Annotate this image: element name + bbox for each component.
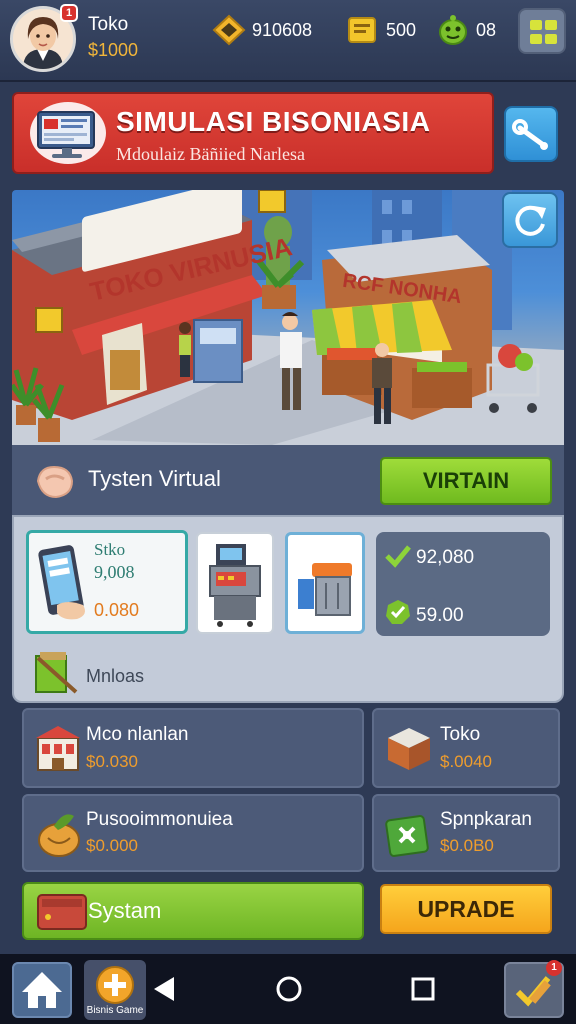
diamond-coin-icon xyxy=(212,14,246,46)
resource-mascot[interactable]: 08 xyxy=(436,14,496,46)
wallet-icon xyxy=(37,894,87,930)
upgrade-button[interactable]: UPRADE xyxy=(380,884,552,934)
system-virtual-label: Tysten Virtual xyxy=(88,466,221,491)
business-2-price: $.0040 xyxy=(440,752,492,771)
maintenance-label: Mnloas xyxy=(86,666,145,686)
business-4-name: Spnpkaran xyxy=(440,809,532,830)
green-gear-icon xyxy=(385,815,429,857)
business-2-name: Toko xyxy=(440,724,481,745)
title-banner: SIMULASI BISONIASIA Mdoulaiz Bäñiied Nar… xyxy=(12,92,494,174)
business-tile-1[interactable] xyxy=(22,708,364,788)
handshake-icon xyxy=(36,465,74,499)
business-4-price: $0.0B0 xyxy=(440,836,494,855)
business-1-price: $0.030 xyxy=(86,752,138,771)
produce-bag-icon xyxy=(38,814,80,857)
cash-register-card[interactable] xyxy=(196,532,274,634)
notification-badge[interactable]: 1 xyxy=(60,4,78,22)
toko-box-icon xyxy=(388,728,430,770)
green-mascot-icon xyxy=(439,15,467,45)
shop-building-icon xyxy=(36,726,80,771)
grid-menu-icon xyxy=(530,20,542,30)
smartphone-icon xyxy=(38,545,85,620)
check-icon xyxy=(385,545,411,568)
android-back-icon[interactable] xyxy=(150,974,178,1004)
refresh-button[interactable] xyxy=(502,192,558,248)
cash-bill-icon xyxy=(348,17,376,43)
banner-subtitle: Mdoulaiz Bäñiied Narlesa xyxy=(116,144,305,164)
phone-card-value: 9,008 xyxy=(94,562,135,582)
tasks-notification-badge[interactable]: 1 xyxy=(546,960,562,976)
cash-value: 500 xyxy=(386,19,417,40)
banner-title: SIMULASI BISONIASIA xyxy=(116,106,431,137)
business-3-price: $0.000 xyxy=(86,836,138,855)
nav-home-button[interactable] xyxy=(12,962,72,1018)
badge-check-icon xyxy=(386,600,410,624)
diamond-value: 910608 xyxy=(252,19,313,40)
resource-cash[interactable]: 500 xyxy=(346,14,416,46)
refresh-icon xyxy=(515,205,546,236)
system-button-label: Systam xyxy=(88,898,162,923)
virtual-button[interactable]: VIRTAIN xyxy=(380,457,552,505)
mascot-value: 08 xyxy=(476,19,497,40)
android-home-icon[interactable] xyxy=(274,974,304,1004)
computer-monitor-icon xyxy=(30,102,106,164)
settings-tool-button[interactable] xyxy=(504,106,558,162)
business-1-name: Mco nlanlan xyxy=(86,724,189,745)
home-icon xyxy=(22,972,62,1008)
nav-game-label: Bisnis Game xyxy=(86,1005,144,1016)
stat-value-primary: 92,080 xyxy=(416,547,475,568)
business-3-name: Pusooimmonuiea xyxy=(86,809,233,830)
trash-bin-icon xyxy=(298,563,352,616)
phone-card-title: Stko xyxy=(94,540,126,559)
phone-card-price: 0.080 xyxy=(94,600,140,620)
maintenance-box-icon xyxy=(35,652,78,694)
business-tile-3[interactable] xyxy=(22,794,364,872)
resource-diamond[interactable]: 910608 xyxy=(212,14,312,46)
grid-menu-button[interactable] xyxy=(518,8,566,54)
plus-coin-icon xyxy=(96,966,134,1004)
android-recents-icon[interactable] xyxy=(408,974,438,1004)
cash-register-icon xyxy=(209,544,261,627)
business-tile-2[interactable] xyxy=(372,708,560,788)
wrench-icon xyxy=(512,119,548,150)
stat-value-secondary: 59.00 xyxy=(416,605,464,626)
trash-bin-card[interactable] xyxy=(285,532,365,634)
system-button[interactable] xyxy=(22,882,364,940)
shop-scene: TOKO VIRNUSIA RCF NONHA xyxy=(12,190,564,445)
player-name: Toko xyxy=(88,14,129,35)
business-tile-4[interactable] xyxy=(372,794,560,872)
player-money: $1000 xyxy=(88,40,139,60)
isometric-shop-illustration xyxy=(12,190,564,445)
